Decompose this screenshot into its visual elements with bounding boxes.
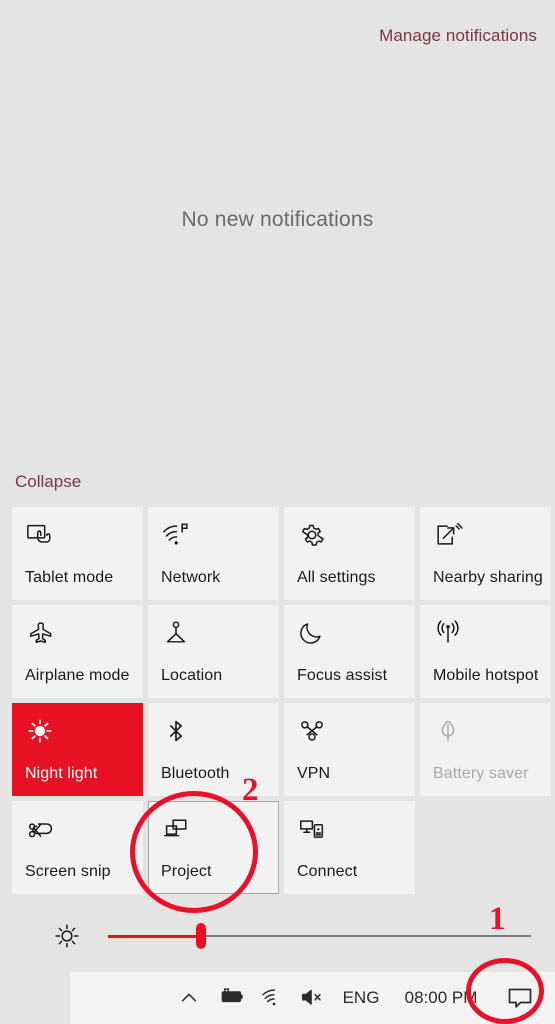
- action-center-header: Manage notifications: [0, 0, 555, 72]
- quick-action-tile-mobile-hotspot[interactable]: Mobile hotspot: [420, 605, 551, 698]
- action-center-button[interactable]: [493, 972, 547, 1024]
- chevron-up-icon: [178, 987, 200, 1009]
- sun-icon: [25, 716, 55, 746]
- moon-icon: [297, 618, 327, 648]
- connect-icon: [297, 814, 327, 844]
- no-notifications-message: No new notifications: [181, 208, 374, 231]
- quick-actions-grid: Tablet mode Network All settings Nearby sha…: [0, 507, 555, 894]
- action-center-panel: Manage notifications No new notification…: [0, 0, 555, 972]
- leaf-icon: [433, 716, 463, 746]
- brightness-slider[interactable]: [108, 923, 531, 949]
- quick-action-label: Mobile hotspot: [433, 667, 539, 684]
- volume-tray-button[interactable]: [291, 972, 333, 1024]
- brightness-row: [0, 900, 555, 972]
- quick-action-tile-battery-saver[interactable]: Battery saver: [420, 703, 551, 796]
- manage-notifications-link[interactable]: Manage notifications: [379, 26, 537, 46]
- network-wifi-icon: [161, 520, 191, 550]
- quick-action-tile-location[interactable]: Location: [148, 605, 279, 698]
- battery-charging-icon: [217, 987, 245, 1009]
- action-center-speech-bubble-icon: [506, 984, 534, 1012]
- quick-action-tile-connect[interactable]: Connect: [284, 801, 415, 894]
- bluetooth-icon: [161, 716, 191, 746]
- quick-action-label: Battery saver: [433, 765, 529, 782]
- quick-action-label: Nearby sharing: [433, 569, 543, 586]
- slider-fill: [108, 934, 202, 938]
- quick-action-label: Location: [161, 667, 223, 684]
- vpn-icon: [297, 716, 327, 746]
- wifi-tray-button[interactable]: [253, 972, 291, 1024]
- quick-action-tile-vpn[interactable]: VPN: [284, 703, 415, 796]
- language-label: ENG: [342, 988, 380, 1007]
- quick-action-label: Connect: [297, 863, 358, 880]
- quick-action-tile-bluetooth[interactable]: Bluetooth: [148, 703, 279, 796]
- collapse-link[interactable]: Collapse: [15, 472, 81, 492]
- quick-action-label: Bluetooth: [161, 765, 230, 782]
- quick-action-tile-project[interactable]: Project: [148, 801, 279, 894]
- quick-action-tile-all-settings[interactable]: All settings: [284, 507, 415, 600]
- tablet-mode-icon: [25, 520, 55, 550]
- quick-action-tile-night-light[interactable]: Night light: [12, 703, 143, 796]
- taskbar: ENG 08:00 PM: [70, 972, 555, 1024]
- quick-action-label: Screen snip: [25, 863, 111, 880]
- clock-label: 08:00 PM: [404, 988, 478, 1007]
- quick-action-label: All settings: [297, 569, 376, 586]
- quick-action-label: Tablet mode: [25, 569, 114, 586]
- show-hidden-icons-button[interactable]: [169, 972, 209, 1024]
- quick-action-tile-tablet-mode[interactable]: Tablet mode: [12, 507, 143, 600]
- wifi-icon: [260, 987, 284, 1009]
- quick-action-tile-empty: [420, 801, 551, 894]
- quick-action-label: Network: [161, 569, 221, 586]
- taskbar-clock[interactable]: 08:00 PM: [389, 972, 493, 1024]
- gear-icon: [297, 520, 327, 550]
- language-indicator[interactable]: ENG: [333, 972, 389, 1024]
- quick-action-label: Project: [161, 863, 212, 880]
- hotspot-icon: [433, 618, 463, 648]
- screen-snip-icon: [25, 814, 55, 844]
- volume-muted-icon: [299, 987, 325, 1009]
- quick-action-tile-network[interactable]: Network: [148, 507, 279, 600]
- quick-action-tile-focus-assist[interactable]: Focus assist: [284, 605, 415, 698]
- quick-action-tile-airplane-mode[interactable]: Airplane mode: [12, 605, 143, 698]
- project-icon: [161, 814, 191, 844]
- slider-thumb[interactable]: [196, 923, 207, 949]
- quick-action-label: Airplane mode: [25, 667, 130, 684]
- quick-action-label: VPN: [297, 765, 331, 782]
- quick-action-label: Night light: [25, 765, 98, 782]
- quick-action-tile-screen-snip[interactable]: Screen snip: [12, 801, 143, 894]
- location-icon: [161, 618, 191, 648]
- collapse-row: Collapse: [0, 459, 555, 505]
- quick-action-label: Focus assist: [297, 667, 388, 684]
- quick-action-tile-nearby-sharing[interactable]: Nearby sharing: [420, 507, 551, 600]
- notification-list: No new notifications: [0, 72, 555, 459]
- nearby-sharing-icon: [433, 520, 463, 550]
- brightness-sun-icon: [52, 921, 82, 951]
- airplane-icon: [25, 618, 55, 648]
- battery-tray-button[interactable]: [209, 972, 253, 1024]
